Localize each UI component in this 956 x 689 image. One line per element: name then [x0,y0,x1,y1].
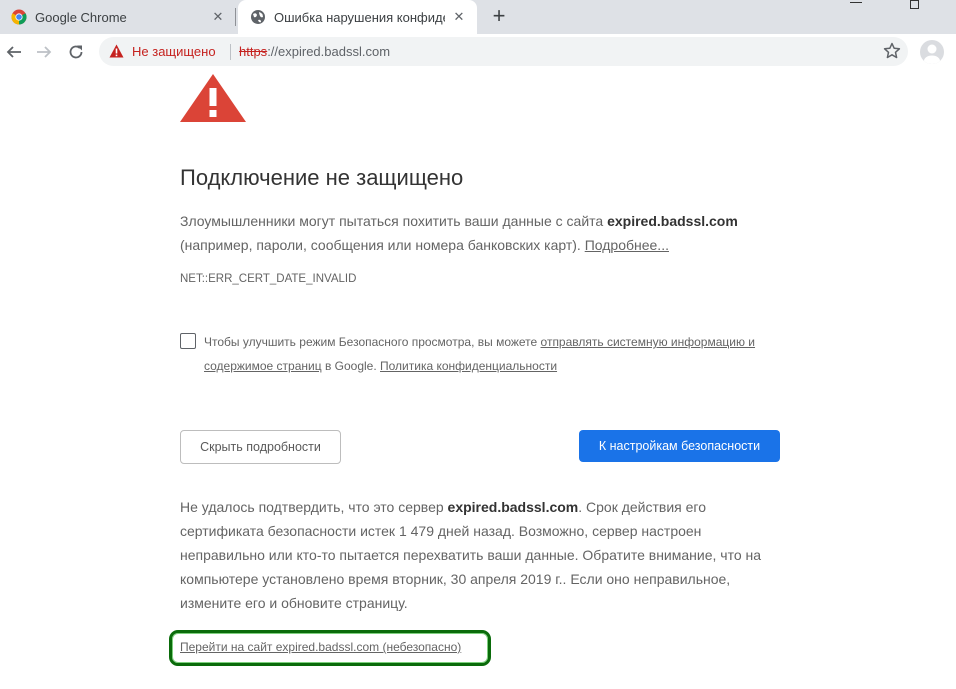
back-to-safety-button[interactable]: К настройкам безопасности [579,430,780,462]
chrome-icon [11,9,27,25]
message-text: Злоумышленники могут пытаться похитить в… [180,213,608,229]
details-text: . Срок действия его сертификата безопасн… [180,499,762,611]
interstitial-page: Подключение не защищено Злоумышленники м… [0,69,956,689]
new-tab-button[interactable]: + [487,5,511,29]
message-text: (например, пароли, сообщения или номера … [180,237,585,253]
url-scheme: https [239,44,268,59]
host-name: expired.badssl.com [607,213,738,229]
privacy-policy-link[interactable]: Политика конфиденциальности [380,359,557,373]
hide-details-button[interactable]: Скрыть подробности [180,430,341,464]
proceed-unsafe-link[interactable]: Перейти на сайт expired.badssl.com (небе… [180,640,461,654]
forward-button[interactable] [32,40,56,64]
address-bar[interactable]: Не защищено https://expired.badssl.com [99,37,908,66]
reload-icon [69,45,83,59]
details-message: Не удалось подтвердить, что это сервер e… [180,495,785,615]
main-message: Злоумышленники могут пытаться похитить в… [180,209,790,257]
tab-title: Ошибка нарушения конфиденц... [274,9,445,25]
minimize-icon[interactable] [850,2,862,3]
learn-more-link[interactable]: Подробнее... [585,237,669,253]
host-name: expired.badssl.com [447,499,579,515]
warning-icon[interactable] [109,44,124,58]
arrow-right-icon [37,46,52,58]
checkbox-label: Чтобы улучшить режим Безопасного просмот… [204,335,541,349]
url-text[interactable]: https://expired.badssl.com [239,44,390,59]
reload-button[interactable] [64,40,88,64]
tab-title: Google Chrome [35,9,127,25]
divider [230,44,231,60]
maximize-icon[interactable] [910,0,919,9]
tab-strip: Google Chrome ✕ Ошибка нарушения конфиде… [0,0,956,34]
profile-avatar[interactable] [920,40,944,64]
bookmark-star-icon[interactable] [883,42,901,60]
arrow-left-icon [6,46,21,58]
security-status[interactable]: Не защищено [132,44,216,59]
tab-google-chrome[interactable]: Google Chrome ✕ [0,0,236,34]
warning-triangle-icon [180,74,246,122]
url-host: ://expired.badssl.com [267,44,391,59]
page-title: Подключение не защищено [180,165,464,190]
error-code: NET::ERR_CERT_DATE_INVALID [180,273,357,285]
close-icon[interactable]: ✕ [210,9,226,25]
safe-browsing-text: Чтобы улучшить режим Безопасного просмот… [204,330,764,378]
back-button[interactable] [2,40,26,64]
details-text: Не удалось подтвердить, что это сервер [180,499,448,515]
checkbox-label: в Google. [321,359,381,373]
close-icon[interactable]: ✕ [451,9,467,25]
safe-browsing-checkbox[interactable] [180,333,196,349]
tab-privacy-error[interactable]: Ошибка нарушения конфиденц... ✕ [238,0,477,34]
person-icon [924,44,940,64]
browser-toolbar: Не защищено https://expired.badssl.com [0,34,956,69]
globe-icon [251,10,265,24]
